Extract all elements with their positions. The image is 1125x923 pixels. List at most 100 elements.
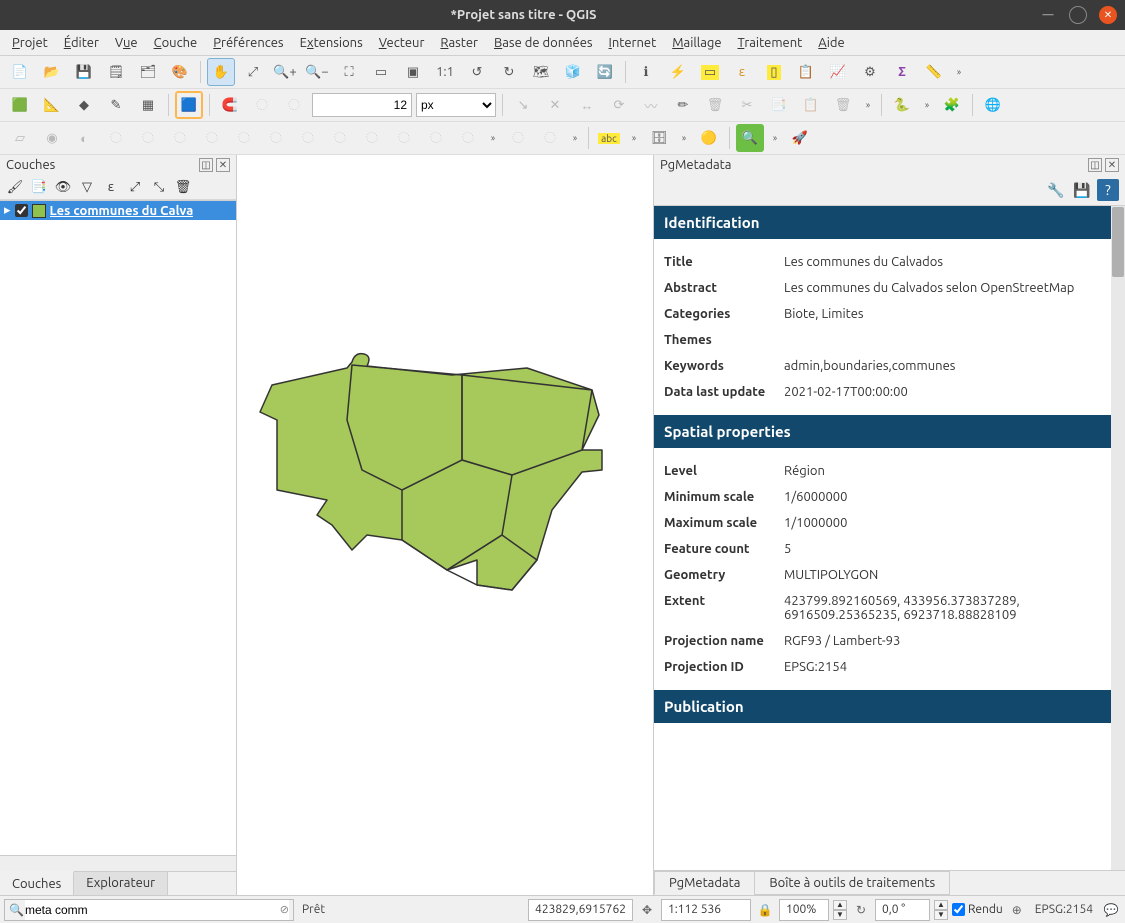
lock-scale-icon[interactable]: 🔒 [755, 900, 775, 920]
font-unit-select[interactable]: px [416, 93, 496, 117]
zoom-full-button[interactable]: ⛶ [335, 58, 363, 86]
pg-help-button[interactable]: ? [1097, 179, 1119, 201]
pg-settings-button[interactable]: 🔧 [1045, 179, 1067, 201]
menu-vecteur[interactable]: Vecteur [371, 33, 433, 53]
filter-button[interactable]: ▽ [78, 178, 96, 196]
extension-green-button[interactable]: 🔍 [736, 124, 764, 152]
zoom-in-button[interactable]: 🔍+ [271, 58, 299, 86]
identify-button[interactable]: ℹ [632, 58, 660, 86]
plugin-button[interactable]: 🧩 [938, 91, 966, 119]
maximize-button[interactable] [1069, 6, 1087, 24]
menu-preferences[interactable]: Préférences [205, 33, 291, 53]
menu-projet[interactable]: Projet [4, 33, 56, 53]
toolbar-edit-overflow-icon[interactable]: » [861, 91, 875, 119]
expand-button[interactable]: ⤢ [126, 178, 144, 196]
new-geopackage-button[interactable]: ◆ [70, 91, 98, 119]
processing-button[interactable]: 🟡 [695, 124, 723, 152]
new-project-button[interactable]: 📄 [6, 58, 34, 86]
refresh-button[interactable]: 🔄 [591, 58, 619, 86]
minimize-button[interactable] [1039, 6, 1057, 24]
rocket-button[interactable]: 🚀 [786, 124, 814, 152]
coordinates-field[interactable]: 423829,6915762 [528, 899, 633, 921]
locator-search[interactable]: 🔍 ⊘ [4, 899, 294, 921]
database-button[interactable]: 🗄 [645, 124, 673, 152]
toolbar-overflow-icon[interactable]: » [952, 58, 966, 86]
zoom-layer-button[interactable]: ▣ [399, 58, 427, 86]
toggle-editing-button[interactable]: 🟦 [175, 91, 203, 119]
render-checkbox[interactable] [952, 903, 965, 916]
layer-tree[interactable]: ▸ Les communes du Calva [0, 200, 236, 855]
scale-field[interactable]: 1:112 536 [661, 899, 751, 921]
menu-extensions[interactable]: Extensions [292, 33, 371, 53]
select-button[interactable]: ▭ [696, 58, 724, 86]
field-calc-button[interactable]: 📈 [824, 58, 852, 86]
add-vector-layer-button[interactable]: 🟩 [6, 91, 34, 119]
select-by-value-button[interactable]: ε [728, 58, 756, 86]
menu-raster[interactable]: Raster [432, 33, 486, 53]
font-size-input[interactable] [312, 93, 412, 117]
close-panel-button[interactable]: ✕ [216, 158, 230, 172]
remove-layer-button[interactable]: 🗑 [174, 178, 192, 196]
processing-toolbox-button[interactable]: ⚙ [856, 58, 884, 86]
new-scratch-button[interactable]: ✎ [102, 91, 130, 119]
pg-save-button[interactable]: 💾 [1071, 179, 1093, 201]
tab-couches[interactable]: Couches [0, 871, 74, 895]
menu-maillage[interactable]: Maillage [664, 33, 729, 53]
undock-button[interactable]: ◫ [199, 158, 213, 172]
extents-icon[interactable]: ✥ [637, 900, 657, 920]
zoom-next-button[interactable]: ↻ [495, 58, 523, 86]
crs-label[interactable]: EPSG:2154 [1031, 903, 1097, 916]
edit-pencil-button[interactable]: ✏ [669, 91, 697, 119]
statistics-button[interactable]: Σ [888, 58, 916, 86]
pg-close-button[interactable]: ✕ [1105, 158, 1119, 172]
rotation-icon[interactable]: ↻ [851, 900, 871, 920]
menu-bdd[interactable]: Base de données [486, 33, 601, 53]
web-button[interactable]: 🌐 [979, 91, 1007, 119]
menu-editer[interactable]: Éditer [56, 33, 107, 53]
attribute-table-button[interactable]: 📋 [792, 58, 820, 86]
label-button[interactable]: abc [595, 124, 623, 152]
tab-processing-toolbox[interactable]: Boîte à outils de traitements [754, 871, 950, 895]
render-check[interactable]: Rendu [952, 903, 1003, 916]
toolbar-adv-overflow-icon[interactable]: » [486, 124, 500, 152]
menu-traitement[interactable]: Traitement [730, 33, 811, 53]
clear-search-icon[interactable]: ⊘ [280, 903, 289, 916]
zoom-out-button[interactable]: 🔍− [303, 58, 331, 86]
pan-button[interactable]: ✋ [207, 58, 235, 86]
menu-vue[interactable]: Vue [107, 33, 146, 53]
pg-content[interactable]: Identification TitleLes communes du Calv… [654, 205, 1125, 870]
magnifier-field[interactable]: 100% [779, 899, 829, 921]
magnifier-spin[interactable]: ▲▼ [833, 900, 847, 920]
new-map-view-button[interactable]: 🗺 [527, 58, 555, 86]
visibility-button[interactable]: 👁 [54, 178, 72, 196]
messages-icon[interactable]: 💬 [1101, 900, 1121, 920]
measure-button[interactable]: 📏 [920, 58, 948, 86]
database-overflow-icon[interactable]: » [677, 124, 691, 152]
label-overflow-icon[interactable]: » [627, 124, 641, 152]
menu-couche[interactable]: Couche [146, 33, 206, 53]
deselect-button[interactable]: ▯ [760, 58, 788, 86]
style-dock-button[interactable]: 🖌 [6, 178, 24, 196]
ext-overflow-icon[interactable]: » [768, 124, 782, 152]
style-manager-button[interactable]: 🎨 [166, 58, 194, 86]
new-print-layout-button[interactable]: 🗒 [102, 58, 130, 86]
layer-visibility-checkbox[interactable] [15, 204, 28, 217]
zoom-last-button[interactable]: ↺ [463, 58, 491, 86]
locator-input[interactable] [25, 900, 289, 920]
python-console-button[interactable]: 🐍 [888, 91, 916, 119]
python-overflow-icon[interactable]: » [920, 91, 934, 119]
rotation-spin[interactable]: ▲▼ [934, 900, 948, 920]
zoom-selection-button[interactable]: ▭ [367, 58, 395, 86]
menu-internet[interactable]: Internet [601, 33, 665, 53]
save-project-button[interactable]: 💾 [70, 58, 98, 86]
collapse-button[interactable]: ⤡ [150, 178, 168, 196]
menu-aide[interactable]: Aide [810, 33, 852, 53]
new-virtual-button[interactable]: ▦ [134, 91, 162, 119]
add-group-button[interactable]: 📑 [30, 178, 48, 196]
tab-pgmetadata[interactable]: PgMetadata [654, 871, 755, 895]
pg-scrollbar[interactable] [1111, 206, 1125, 870]
open-project-button[interactable]: 📂 [38, 58, 66, 86]
map-canvas[interactable] [237, 155, 653, 895]
expression-button[interactable]: ε [102, 178, 120, 196]
toolbar-adv-overflow-2-icon[interactable]: » [568, 124, 582, 152]
